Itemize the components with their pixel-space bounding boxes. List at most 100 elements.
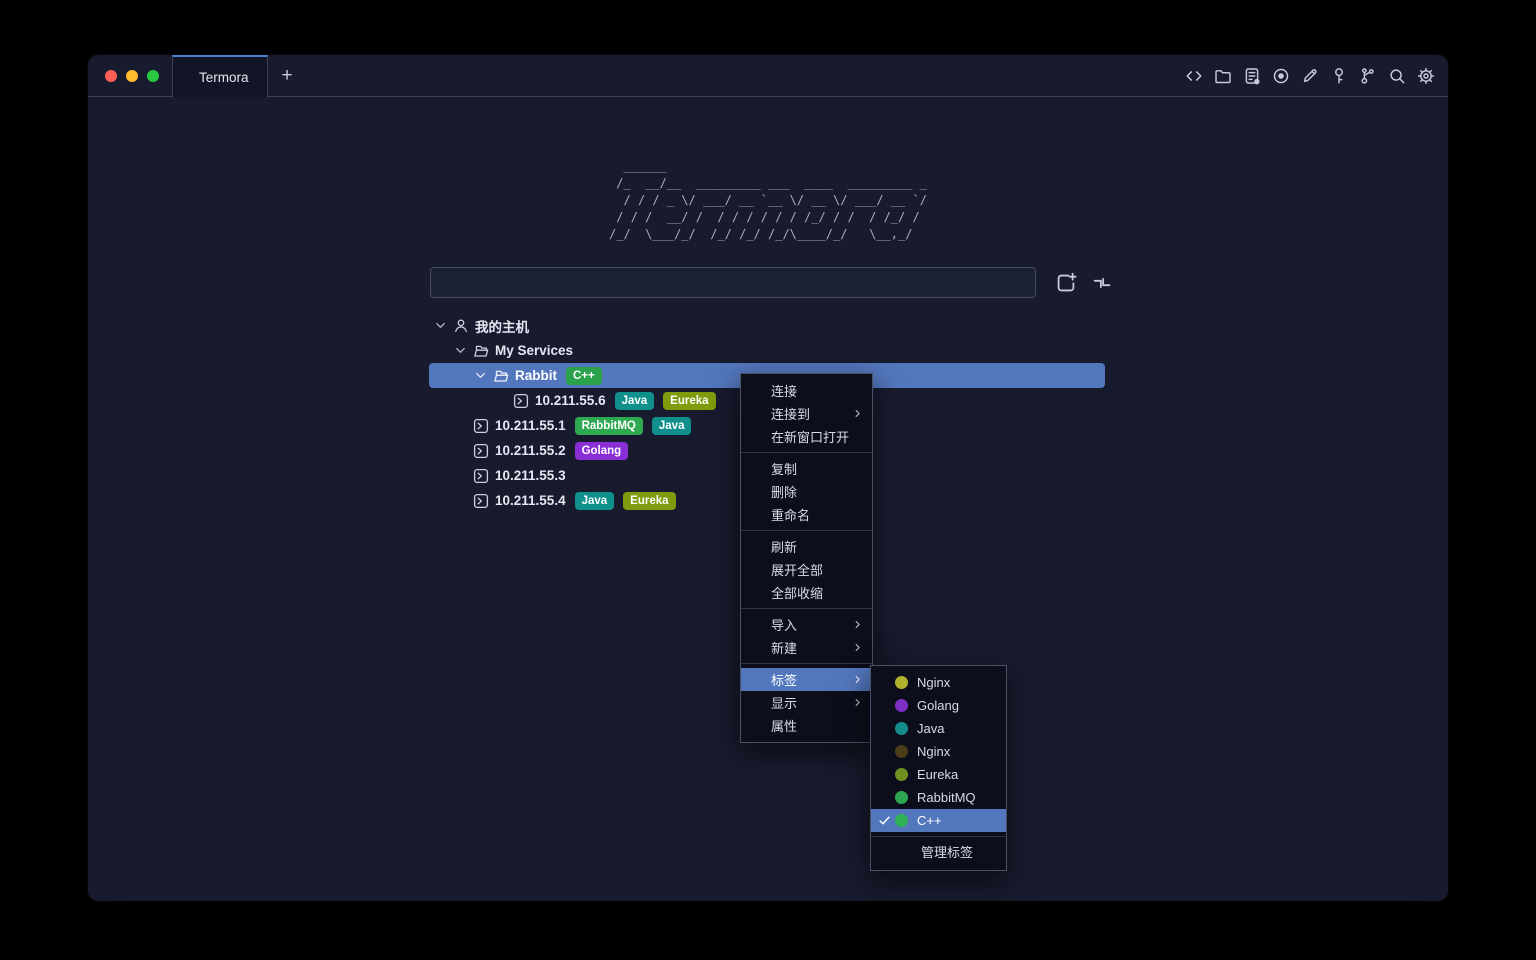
menu-item-label: 全部收缩 [771,583,823,602]
context-menu-item-3-1[interactable]: 新建 [741,636,872,659]
tag-color-dot [895,722,908,735]
context-menu: 连接连接到在新窗口打开复制删除重命名刷新展开全部全部收缩导入新建标签显示属性 [740,373,873,743]
menu-item-label: 在新窗口打开 [771,427,849,446]
context-menu-item-1-0[interactable]: 复制 [741,457,872,480]
context-menu-item-0-2[interactable]: 在新窗口打开 [741,425,872,448]
context-menu-item-1-2[interactable]: 重命名 [741,503,872,526]
code-icon[interactable] [1185,67,1203,85]
context-menu-item-3-0[interactable]: 导入 [741,613,872,636]
check-icon [878,745,895,758]
context-menu-item-1-1[interactable]: 删除 [741,480,872,503]
tree-item--[interactable]: 我的主机 [429,313,1105,338]
context-menu-item-4-1[interactable]: 显示 [741,691,872,714]
check-icon [878,791,895,804]
tab-termora[interactable]: Termora [172,55,268,97]
record-icon[interactable] [1272,67,1290,85]
tag-color-dot [895,791,908,804]
tag-menu-item-nginx[interactable]: Nginx [871,671,1006,694]
tag-menu-item-eureka[interactable]: Eureka [871,763,1006,786]
tag-menu-label: RabbitMQ [917,790,976,805]
tag-color-dot [895,768,908,781]
tag-color-dot [895,676,908,689]
check-icon [878,768,895,781]
menu-separator [741,608,872,609]
context-menu-item-2-0[interactable]: 刷新 [741,535,872,558]
context-menu-item-4-0[interactable]: 标签 [741,668,872,691]
manage-tags-label: 管理标签 [921,845,973,860]
tree-item-my-services[interactable]: My Services [429,338,1105,363]
tag-badge: RabbitMQ [575,417,643,435]
context-menu-item-0-0[interactable]: 连接 [741,379,872,402]
toolbar [1185,67,1448,85]
folder-open-icon [493,368,509,384]
tag-color-dot [895,699,908,712]
menu-item-label: 删除 [771,482,797,501]
minimize-window-button[interactable] [126,70,138,82]
context-menu-item-2-1[interactable]: 展开全部 [741,558,872,581]
tag-color-dot [895,745,908,758]
menu-separator [741,663,872,664]
context-menu-item-0-1[interactable]: 连接到 [741,402,872,425]
window-controls [88,55,172,97]
tag-badge: Java [615,392,655,410]
zoom-window-button[interactable] [147,70,159,82]
titlebar: Termora + [88,55,1448,97]
tag-badge: C++ [566,367,602,385]
search-icon[interactable] [1388,67,1406,85]
terminal-icon [473,493,489,509]
tree-item-label: 我的主机 [475,316,529,336]
ascii-logo-wrap: ______ /_ __/__ _________ ___ ____ _____… [88,158,1448,243]
tag-menu-item-java[interactable]: Java [871,717,1006,740]
desktop-background: Termora + ______ /_ __/__ _________ ___ … [0,0,1536,960]
new-tab-button[interactable]: + [268,56,307,96]
menu-item-label: 新建 [771,638,797,657]
ascii-logo: ______ /_ __/__ _________ ___ ____ _____… [609,158,927,243]
close-window-button[interactable] [105,70,117,82]
terminal-icon [513,393,529,409]
menu-separator [741,452,872,453]
tag-badge: Eureka [623,492,675,510]
tag-badge: Java [575,492,615,510]
tag-menu-label: Java [917,721,944,736]
manage-tags-item[interactable]: 管理标签 [871,841,1006,865]
check-icon [878,814,895,827]
menu-item-label: 导入 [771,615,797,634]
folder-icon[interactable] [1214,67,1232,85]
submenu-arrow-icon [852,408,863,419]
log-icon[interactable] [1243,67,1261,85]
context-menu-item-2-2[interactable]: 全部收缩 [741,581,872,604]
tag-menu-label: Nginx [917,744,950,759]
tree-item-label: Rabbit [515,368,557,383]
edit-icon[interactable] [1301,67,1319,85]
context-menu-item-4-2[interactable]: 属性 [741,714,872,737]
submenu-arrow-icon [852,674,863,685]
settings-icon[interactable] [1417,67,1435,85]
tag-menu-item-nginx[interactable]: Nginx [871,740,1006,763]
menu-separator [871,836,1006,837]
keychain-icon[interactable] [1359,67,1377,85]
key-icon[interactable] [1330,67,1348,85]
tag-menu-label: Nginx [917,675,950,690]
quick-connect-input[interactable] [430,267,1036,298]
menu-item-label: 展开全部 [771,560,823,579]
tag-menu-item-golang[interactable]: Golang [871,694,1006,717]
tree-item-label: 10.211.55.3 [495,468,566,483]
tag-menu-label: Eureka [917,767,958,782]
tag-badge: Java [652,417,692,435]
chevron-down-icon [474,369,487,382]
terminal-icon [473,418,489,434]
menu-item-label: 复制 [771,459,797,478]
folder-open-icon [473,343,489,359]
tag-menu-item-c[interactable]: C++ [871,809,1006,832]
tag-menu-item-rabbitmq[interactable]: RabbitMQ [871,786,1006,809]
tag-menu-label: C++ [917,813,942,828]
tree-item-label: My Services [495,343,573,358]
add-host-icon[interactable] [1055,272,1077,294]
chevron-down-icon [434,319,447,332]
tag-badge: Golang [575,442,629,460]
split-layout-icon[interactable] [1091,272,1113,294]
user-icon [453,318,469,334]
tree-item-label: 10.211.55.4 [495,493,566,508]
menu-item-label: 属性 [771,716,797,735]
tag-color-dot [895,814,908,827]
